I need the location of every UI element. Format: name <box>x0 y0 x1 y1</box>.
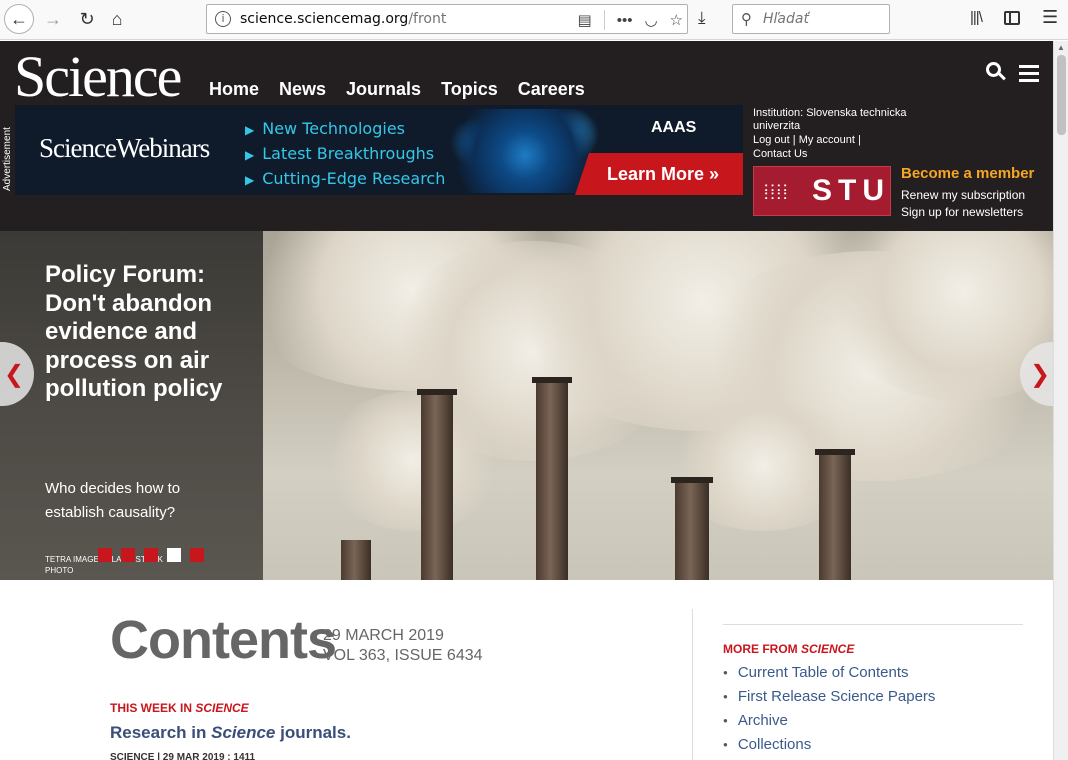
main-nav: Home News Journals Topics Careers <box>209 79 605 100</box>
become-member-link[interactable]: Become a member <box>901 165 1034 182</box>
carousel-dots <box>98 548 204 562</box>
hero-deck: Who decides how to establish causality? <box>45 480 181 521</box>
nav-home[interactable]: Home <box>209 79 259 100</box>
carousel-dot-active[interactable] <box>167 548 181 562</box>
chevron-left-icon: ❮ <box>3 360 25 388</box>
library-icon[interactable]: |||\ <box>970 9 983 26</box>
ad-logo: ScienceWebinars <box>39 133 210 163</box>
arrow-left-icon: ← <box>10 8 28 29</box>
web-page: Science Home News Journals Topics Career… <box>0 41 1053 760</box>
triangle-bullet-icon: ▶ <box>245 173 255 187</box>
forward-button[interactable]: → <box>38 4 68 34</box>
url-text[interactable]: science.sciencemag.org/front <box>240 11 446 27</box>
aaas-logo: AAAS <box>651 119 697 136</box>
url-path: /front <box>408 11 447 27</box>
archive-link[interactable]: Archive <box>723 709 1023 733</box>
carousel-dot[interactable] <box>98 548 112 562</box>
nav-careers[interactable]: Careers <box>518 79 585 100</box>
carousel-dot[interactable] <box>190 548 204 562</box>
search-bar[interactable]: ⚲ <box>732 4 890 34</box>
institution-name: Institution: Slovenska technicka univerz… <box>753 107 907 132</box>
more-from-science-panel: MORE FROM SCIENCE Current Table of Conte… <box>723 624 1023 757</box>
hero-carousel: Policy Forum: Don't abandon evidence and… <box>0 231 1053 580</box>
ad-topic: ▶ Cutting-Edge Research <box>245 169 446 188</box>
downloads-icon[interactable]: ⤓ <box>698 8 706 28</box>
url-domain: science.sciencemag.org <box>240 11 409 27</box>
url-actions: ▤ ••• ◡ ☆ <box>578 9 683 31</box>
search-input[interactable] <box>763 5 883 33</box>
article-title-link[interactable]: Research in Science journals. <box>110 723 351 743</box>
stu-logo[interactable]: :::::::: STU <box>753 166 891 216</box>
page-title: Contents <box>110 610 337 670</box>
sidebar-icon[interactable] <box>1004 11 1020 25</box>
browser-toolbar: ← → ↻ ⌂ i science.sciencemag.org/front ▤… <box>0 0 1068 40</box>
arrow-right-icon: → <box>44 8 62 29</box>
url-bar[interactable]: i science.sciencemag.org/front ▤ ••• ◡ ☆ <box>206 4 688 34</box>
ad-topic: ▶ Latest Breakthroughs <box>245 144 435 163</box>
issue-volume: VOL 363, ISSUE 6434 <box>323 647 483 664</box>
site-header: Science Home News Journals Topics Career… <box>0 41 1053 231</box>
learn-more-button[interactable]: Learn More » <box>575 153 743 195</box>
logout-link[interactable]: Log out <box>753 134 790 146</box>
column-divider <box>692 609 693 760</box>
back-button[interactable]: ← <box>4 4 34 34</box>
hamburger-menu-icon[interactable]: ☰ <box>1042 7 1058 28</box>
ad-topic-list: ▶ New Technologies ▶ Latest Breakthroughs … <box>245 117 445 192</box>
more-title: MORE FROM SCIENCE <box>723 642 855 656</box>
url-separator <box>603 10 605 30</box>
smokestacks-photo[interactable] <box>263 231 1053 580</box>
triangle-bullet-icon: ▶ <box>245 148 255 162</box>
issue-date: 29 MARCH 2019 <box>323 627 444 644</box>
ad-topic: ▶ New Technologies <box>245 119 405 138</box>
info-icon[interactable]: i <box>215 11 231 27</box>
search-icon: ⚲ <box>741 11 752 28</box>
scroll-thumb[interactable] <box>1057 55 1066 135</box>
ad-banner[interactable]: ScienceWebinars ▶ New Technologies ▶ Lates… <box>15 105 743 195</box>
carousel-dot[interactable] <box>121 548 135 562</box>
stu-dots-icon: :::::::: <box>764 179 790 202</box>
home-icon: ⌂ <box>111 8 123 29</box>
home-button[interactable]: ⌂ <box>102 4 132 34</box>
site-menu-icon[interactable] <box>1019 65 1039 86</box>
nav-news[interactable]: News <box>279 79 326 100</box>
reload-button[interactable]: ↻ <box>72 4 102 34</box>
collections-link[interactable]: Collections <box>723 733 1023 757</box>
my-account-link[interactable]: My account <box>799 134 855 146</box>
first-release-link[interactable]: First Release Science Papers <box>723 685 1023 709</box>
site-search-icon[interactable] <box>986 62 1006 84</box>
newsletter-signup-link[interactable]: Sign up for newsletters <box>901 205 1023 219</box>
advertisement-label: Advertisement <box>2 127 13 191</box>
renew-subscription-link[interactable]: Renew my subscription <box>901 188 1025 202</box>
section-kicker: THIS WEEK IN SCIENCE <box>110 701 249 715</box>
scroll-up-icon[interactable]: ▲ <box>1057 43 1065 52</box>
hero-headline[interactable]: Policy Forum: Don't abandon evidence and… <box>45 261 245 404</box>
nav-topics[interactable]: Topics <box>441 79 498 100</box>
article-byline: SCIENCE | 29 MAR 2019 : 1411 <box>110 752 256 760</box>
contact-us-link[interactable]: Contact Us <box>753 148 807 160</box>
bookmark-star-icon[interactable]: ☆ <box>670 11 683 29</box>
page-actions-icon[interactable]: ••• <box>617 12 633 29</box>
pocket-icon[interactable]: ◡ <box>644 11 657 29</box>
chevron-right-icon: ❯ <box>1029 360 1051 388</box>
page-scrollbar[interactable]: ▲ <box>1053 41 1068 760</box>
current-toc-link[interactable]: Current Table of Contents <box>723 661 1023 685</box>
more-list: Current Table of Contents First Release … <box>723 661 1023 757</box>
carousel-dot[interactable] <box>144 548 158 562</box>
nav-journals[interactable]: Journals <box>346 79 421 100</box>
reader-view-icon[interactable]: ▤ <box>578 11 592 29</box>
account-links: Log out | My account | Contact Us <box>753 134 861 160</box>
triangle-bullet-icon: ▶ <box>245 123 255 137</box>
reload-icon: ↻ <box>79 8 95 29</box>
science-logo[interactable]: Science <box>14 43 182 110</box>
